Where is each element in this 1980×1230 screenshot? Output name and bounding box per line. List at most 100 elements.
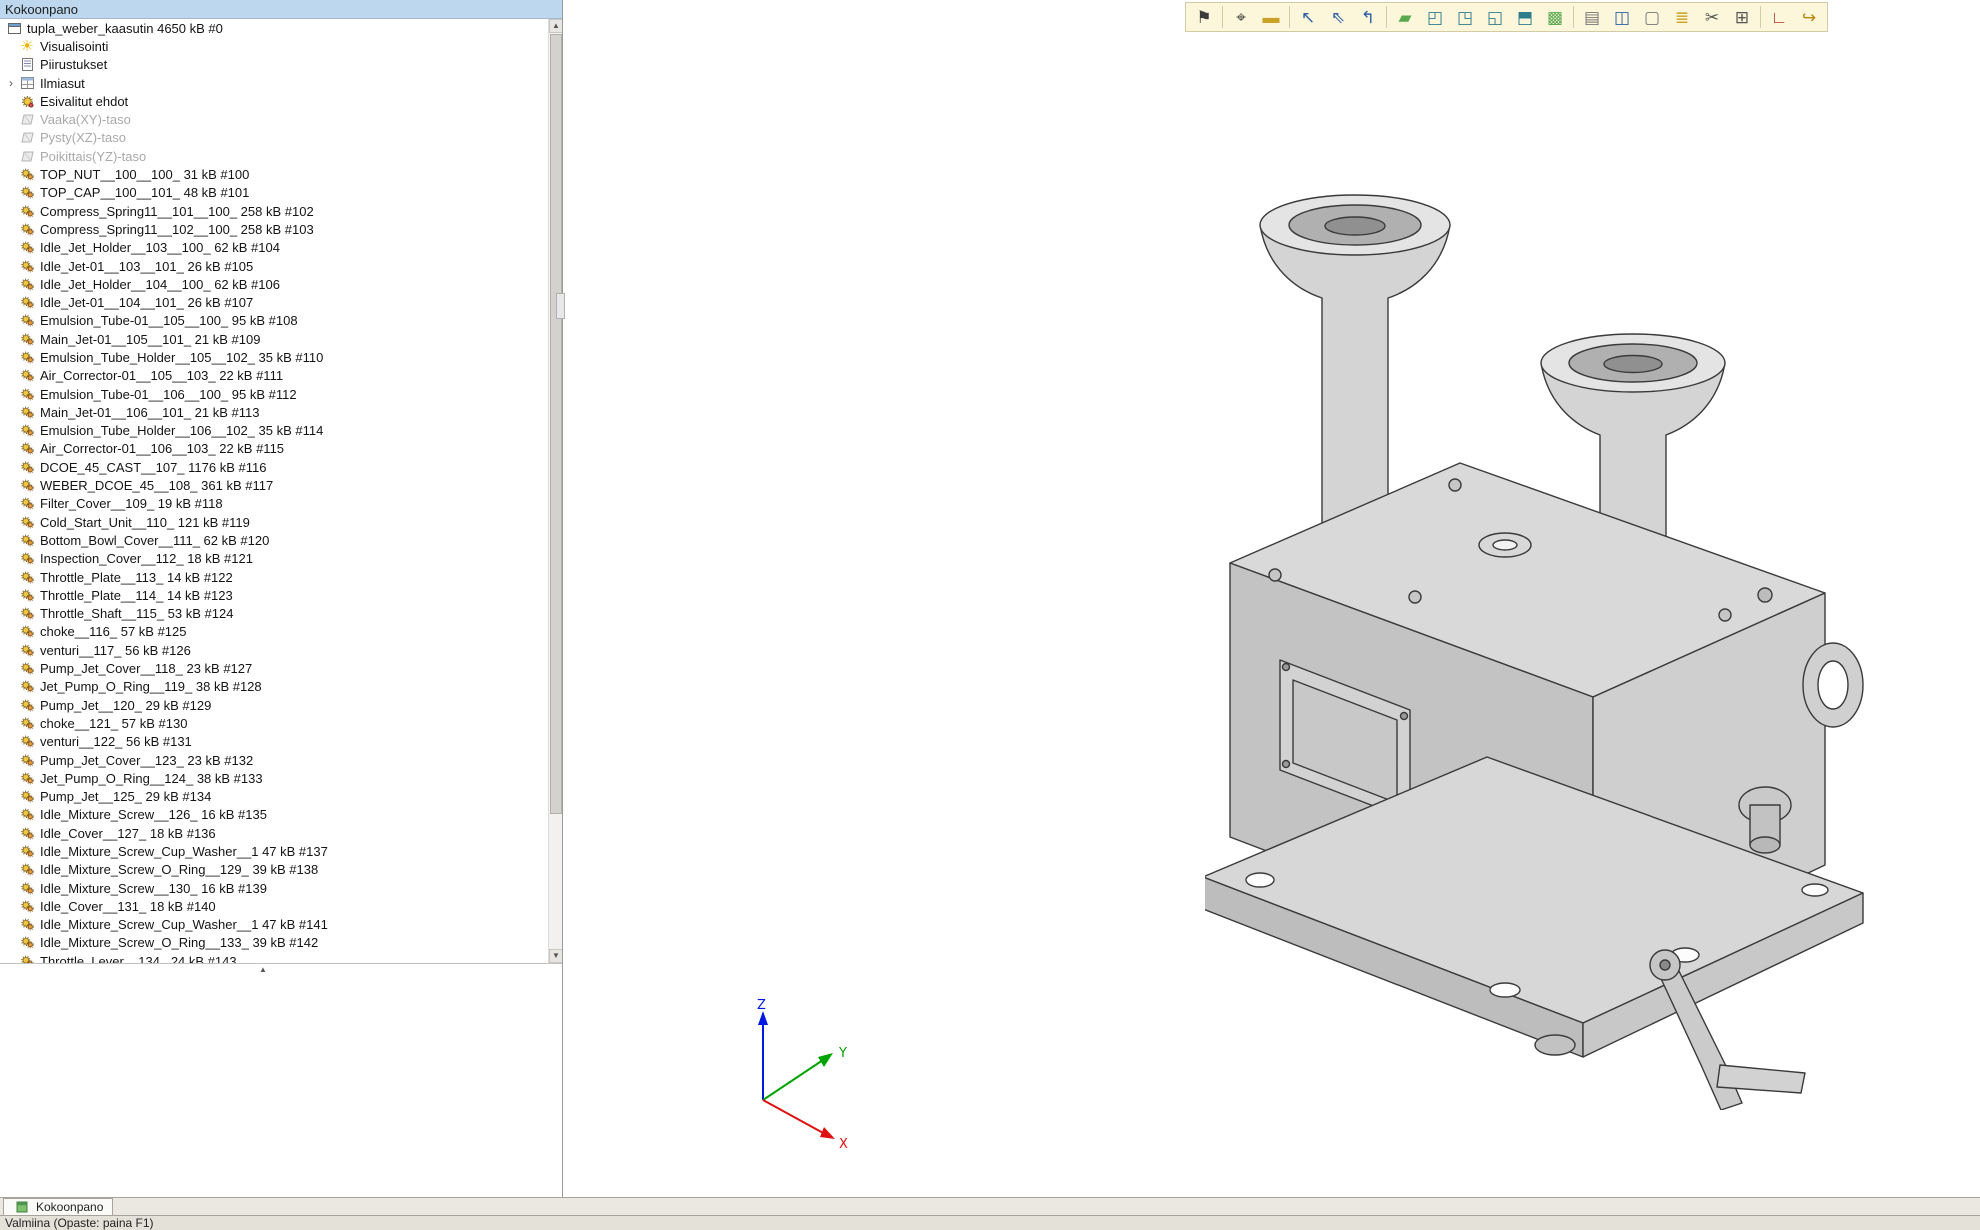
part-icon xyxy=(18,845,36,858)
tree-item-label: Idle_Mixture_Screw__126_ 16 kB #135 xyxy=(36,807,267,822)
part-icon xyxy=(18,296,36,309)
panel-divider-grip[interactable] xyxy=(556,293,565,319)
scroll-up-icon[interactable]: ▲ xyxy=(549,19,563,33)
tree-item[interactable]: Compress_Spring11__101__100_ 258 kB #102 xyxy=(0,202,548,220)
tree-item[interactable]: TOP_NUT__100__100_ 31 kB #100 xyxy=(0,165,548,183)
tree-item[interactable]: Idle_Jet-01__104__101_ 26 kB #107 xyxy=(0,293,548,311)
cut-icon[interactable]: ✂ xyxy=(1697,4,1727,30)
tree-item[interactable]: choke__121_ 57 kB #130 xyxy=(0,714,548,732)
cad-application-window: Kokoonpano tupla_weber_kaasutin 4650 kB … xyxy=(0,0,1980,1230)
tree-item-label: Idle_Mixture_Screw_Cup_Washer__1 47 kB #… xyxy=(36,917,328,932)
tree-item[interactable]: ☀Visualisointi xyxy=(0,37,548,55)
tree-item[interactable]: Vaaka(XY)-taso xyxy=(0,110,548,128)
tree-item[interactable]: Esivalitut ehdot xyxy=(0,92,548,110)
tree-item[interactable]: Pysty(XZ)-taso xyxy=(0,129,548,147)
face-shade-icon[interactable]: ▰ xyxy=(1390,4,1420,30)
tree-item-label: Cold_Start_Unit__110_ 121 kB #119 xyxy=(36,515,250,530)
status-bar: Valmiina (Opaste: paina F1) xyxy=(0,1215,1980,1230)
tree-item-label: venturi__122_ 56 kB #131 xyxy=(36,734,192,749)
tree-item-label: Visualisointi xyxy=(36,39,108,54)
tree-item[interactable]: Pump_Jet__120_ 29 kB #129 xyxy=(0,696,548,714)
clipboard-icon[interactable]: ◫ xyxy=(1607,4,1637,30)
tab-assembly[interactable]: Kokoonpano xyxy=(3,1198,113,1215)
tree-item[interactable]: Main_Jet-01__105__101_ 21 kB #109 xyxy=(0,330,548,348)
tree-item[interactable]: venturi__117_ 56 kB #126 xyxy=(0,641,548,659)
tree-item[interactable]: Throttle_Plate__113_ 14 kB #122 xyxy=(0,568,548,586)
layers-icon[interactable]: ≣ xyxy=(1667,4,1697,30)
scrollbar-thumb[interactable] xyxy=(550,34,562,814)
origin-icon[interactable]: ∟ xyxy=(1764,4,1794,30)
tree-item[interactable]: Idle_Jet-01__103__101_ 26 kB #105 xyxy=(0,257,548,275)
tab-assembly-label: Kokoonpano xyxy=(36,1200,103,1214)
tree-item-label: Idle_Jet_Holder__104__100_ 62 kB #106 xyxy=(36,277,280,292)
tree-item-label: TOP_CAP__100__101_ 48 kB #101 xyxy=(36,185,249,200)
tree-item[interactable]: TOP_CAP__100__101_ 48 kB #101 xyxy=(0,184,548,202)
tree-item[interactable]: Idle_Mixture_Screw_O_Ring__133_ 39 kB #1… xyxy=(0,934,548,952)
tree-item[interactable]: Main_Jet-01__106__101_ 21 kB #113 xyxy=(0,403,548,421)
tree-item[interactable]: Pump_Jet_Cover__123_ 23 kB #132 xyxy=(0,751,548,769)
view-side-icon[interactable]: ◳ xyxy=(1450,4,1480,30)
part-icon xyxy=(18,278,36,291)
tree-item[interactable]: Emulsion_Tube_Holder__106__102_ 35 kB #1… xyxy=(0,422,548,440)
expander-icon[interactable]: › xyxy=(4,76,18,90)
tree-item[interactable]: Pump_Jet_Cover__118_ 23 kB #127 xyxy=(0,659,548,677)
tree-item[interactable]: Emulsion_Tube-01__106__100_ 95 kB #112 xyxy=(0,385,548,403)
tree-item[interactable]: Piirustukset xyxy=(0,56,548,74)
tree-item[interactable]: Air_Corrector-01__106__103_ 22 kB #115 xyxy=(0,440,548,458)
ruler-icon[interactable]: ▬ xyxy=(1256,4,1286,30)
screen-pick-icon[interactable]: ⊞ xyxy=(1727,4,1757,30)
part-icon xyxy=(18,241,36,254)
tree-item[interactable]: ›Ilmiasut xyxy=(0,74,548,92)
tree-item[interactable]: Idle_Jet_Holder__104__100_ 62 kB #106 xyxy=(0,275,548,293)
tree-item[interactable]: Idle_Cover__127_ 18 kB #136 xyxy=(0,824,548,842)
tree-item[interactable]: Jet_Pump_O_Ring__119_ 38 kB #128 xyxy=(0,678,548,696)
tree-splitter[interactable]: ▲ xyxy=(0,963,562,976)
sheet-icon[interactable]: ▢ xyxy=(1637,4,1667,30)
tree-item[interactable]: Idle_Mixture_Screw_O_Ring__129_ 39 kB #1… xyxy=(0,861,548,879)
tree-item[interactable]: Bottom_Bowl_Cover__111_ 62 kB #120 xyxy=(0,531,548,549)
tree-item[interactable]: Jet_Pump_O_Ring__124_ 38 kB #133 xyxy=(0,769,548,787)
cursor-context-icon[interactable]: ⇖ xyxy=(1323,4,1353,30)
pin-icon[interactable]: ⚑ xyxy=(1189,4,1219,30)
tree-item[interactable]: WEBER_DCOE_45__108_ 361 kB #117 xyxy=(0,476,548,494)
tree-item[interactable]: Idle_Mixture_Screw__130_ 16 kB #139 xyxy=(0,879,548,897)
tree-item[interactable]: Idle_Mixture_Screw__126_ 16 kB #135 xyxy=(0,806,548,824)
hatch-icon[interactable]: ▤ xyxy=(1577,4,1607,30)
splitter-collapse-icon[interactable]: ▲ xyxy=(252,965,274,976)
cursor-select-icon[interactable]: ↖ xyxy=(1293,4,1323,30)
tree-item[interactable]: Idle_Mixture_Screw_Cup_Washer__1 47 kB #… xyxy=(0,842,548,860)
tree-item[interactable]: Poikittais(YZ)-taso xyxy=(0,147,548,165)
tree-item-label: Piirustukset xyxy=(36,57,107,72)
carburetor-model[interactable] xyxy=(1205,165,1865,1110)
tree-item[interactable]: DCOE_45_CAST__107_ 1176 kB #116 xyxy=(0,458,548,476)
cursor-snap-icon[interactable]: ↰ xyxy=(1353,4,1383,30)
view-top-icon[interactable]: ◱ xyxy=(1480,4,1510,30)
tree-item[interactable]: Throttle_Shaft__115_ 53 kB #124 xyxy=(0,605,548,623)
view-front-icon[interactable]: ◰ xyxy=(1420,4,1450,30)
tree-item[interactable]: Compress_Spring11__102__100_ 258 kB #103 xyxy=(0,220,548,238)
scroll-down-icon[interactable]: ▼ xyxy=(549,949,563,963)
plane-icon xyxy=(18,151,36,162)
tree-item-label: Idle_Mixture_Screw_O_Ring__133_ 39 kB #1… xyxy=(36,935,318,950)
tree-item[interactable]: Throttle_Lever__134_ 24 kB #143 xyxy=(0,952,548,963)
tree-item[interactable]: venturi__122_ 56 kB #131 xyxy=(0,733,548,751)
tree-item[interactable]: Idle_Cover__131_ 18 kB #140 xyxy=(0,897,548,915)
view-shaded-icon[interactable]: ▩ xyxy=(1540,4,1570,30)
tree-item[interactable]: Emulsion_Tube-01__105__100_ 95 kB #108 xyxy=(0,312,548,330)
document-tab-strip: Kokoonpano xyxy=(0,1197,1980,1215)
tree-root-item[interactable]: tupla_weber_kaasutin 4650 kB #0 xyxy=(0,19,548,37)
tree-item[interactable]: choke__116_ 57 kB #125 xyxy=(0,623,548,641)
tree-item[interactable]: Filter_Cover__109_ 19 kB #118 xyxy=(0,495,548,513)
tree-item[interactable]: Idle_Jet_Holder__103__100_ 62 kB #104 xyxy=(0,239,548,257)
tree-item[interactable]: Pump_Jet__125_ 29 kB #134 xyxy=(0,787,548,805)
export-icon[interactable]: ↪ xyxy=(1794,4,1824,30)
pick-box-icon[interactable]: ⌖ xyxy=(1226,4,1256,30)
tree-scrollbar[interactable]: ▲ ▼ xyxy=(548,19,562,963)
tree-item[interactable]: Inspection_Cover__112_ 18 kB #121 xyxy=(0,550,548,568)
tree-item[interactable]: Throttle_Plate__114_ 14 kB #123 xyxy=(0,586,548,604)
tree-item[interactable]: Air_Corrector-01__105__103_ 22 kB #111 xyxy=(0,367,548,385)
tree-item[interactable]: Idle_Mixture_Screw_Cup_Washer__1 47 kB #… xyxy=(0,916,548,934)
tree-item[interactable]: Cold_Start_Unit__110_ 121 kB #119 xyxy=(0,513,548,531)
view-iso-icon[interactable]: ⬒ xyxy=(1510,4,1540,30)
tree-item[interactable]: Emulsion_Tube_Holder__105__102_ 35 kB #1… xyxy=(0,348,548,366)
